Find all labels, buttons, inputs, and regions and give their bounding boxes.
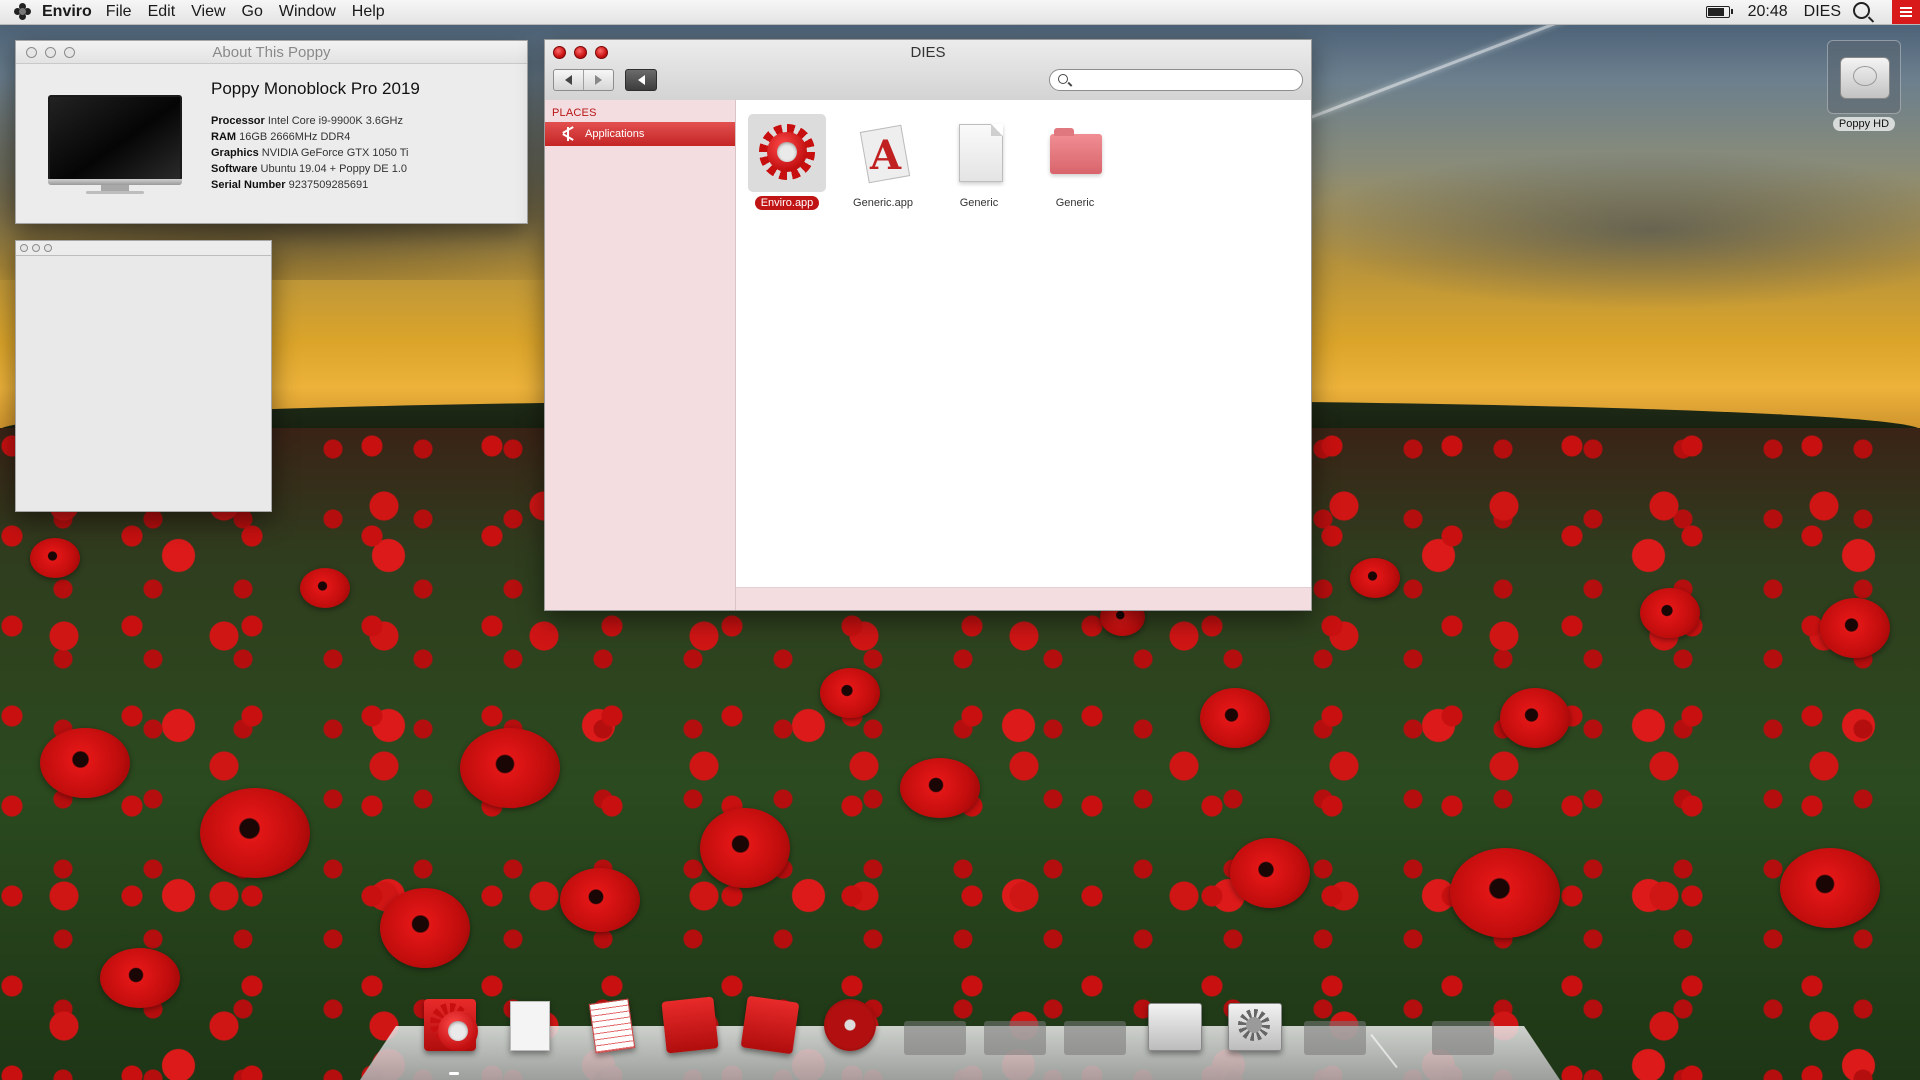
file-label: Enviro.app xyxy=(754,196,820,210)
developer-tools-icon[interactable] xyxy=(740,995,800,1055)
menu-edit[interactable]: Edit xyxy=(148,3,176,21)
menu-bar: Enviro File Edit View Go Window Help 20:… xyxy=(0,0,1920,25)
archive-utility-icon[interactable] xyxy=(1144,995,1204,1055)
folder-icon xyxy=(1050,128,1102,174)
spec-label: Graphics xyxy=(211,147,259,159)
blank-titlebar[interactable] xyxy=(16,241,271,256)
arrow-left-icon xyxy=(637,75,645,85)
spec-value: 16GB 2666MHz DDR4 xyxy=(239,131,351,143)
search-icon xyxy=(1058,74,1068,84)
applications-icon xyxy=(559,126,577,141)
finder-sidebar: PLACES Applications xyxy=(545,100,736,610)
parent-folder-button[interactable] xyxy=(625,69,657,91)
monitor-icon xyxy=(48,95,182,181)
file-label: Generic.app xyxy=(853,197,913,209)
spec-row: Graphics NVIDIA GeForce GTX 1050 Ti xyxy=(211,145,408,161)
dock-empty-slot[interactable] xyxy=(904,1021,966,1055)
dock-empty-slot[interactable] xyxy=(1304,1021,1366,1055)
dock-empty-slot[interactable] xyxy=(984,1021,1046,1055)
zoom-button[interactable] xyxy=(44,244,52,252)
wallpaper-cloud xyxy=(1300,150,1920,310)
search-icon[interactable] xyxy=(1853,2,1870,19)
about-window: About This Poppy Poppy Monoblock Pro 201… xyxy=(15,40,528,224)
file-item-generic-document[interactable]: Generic xyxy=(936,114,1022,211)
menubar-user[interactable]: DIES xyxy=(1804,3,1841,21)
spec-value: Intel Core i9-9900K 3.6GHz xyxy=(267,115,404,127)
menu-help[interactable]: Help xyxy=(352,3,385,21)
finder-content: Enviro.app A Generic.app Generic Generic xyxy=(736,100,1311,588)
arrow-left-icon xyxy=(565,75,572,85)
battery-icon[interactable] xyxy=(1705,6,1733,18)
enviro-app-icon[interactable] xyxy=(420,995,480,1055)
window-title: About This Poppy xyxy=(212,43,331,61)
close-button[interactable] xyxy=(20,244,28,252)
minimize-button[interactable] xyxy=(32,244,40,252)
file-item-generic-app[interactable]: A Generic.app xyxy=(840,114,926,211)
dock-empty-slot[interactable] xyxy=(1432,1021,1494,1055)
poppy-logo-icon[interactable] xyxy=(14,3,32,21)
search-field[interactable] xyxy=(1049,69,1303,91)
notes-icon[interactable] xyxy=(580,995,640,1055)
blank-window xyxy=(15,240,272,512)
spec-value: Ubuntu 19.04 + Poppy DE 1.0 xyxy=(260,163,407,175)
about-titlebar[interactable]: About This Poppy xyxy=(16,41,527,64)
mail-icon[interactable] xyxy=(660,995,720,1055)
spec-label: Serial Number xyxy=(211,179,286,191)
menu-file[interactable]: File xyxy=(106,3,132,21)
desktop-disk-poppy-hd[interactable]: Poppy HD xyxy=(1826,40,1902,132)
arrow-right-icon xyxy=(595,75,602,85)
notifications-button[interactable] xyxy=(1892,0,1920,24)
spec-row: Serial Number 9237509285691 xyxy=(211,177,408,193)
monitor-foot xyxy=(86,191,144,194)
menu-view[interactable]: View xyxy=(191,3,225,21)
spec-value: 9237509285691 xyxy=(288,179,369,191)
file-item-enviro-app[interactable]: Enviro.app xyxy=(744,114,830,211)
app-a-glyph: A xyxy=(870,132,902,179)
menu-go[interactable]: Go xyxy=(242,3,263,21)
menu-app-name[interactable]: Enviro xyxy=(42,3,92,21)
forward-button[interactable] xyxy=(583,70,613,90)
spec-row: Software Ubuntu 19.04 + Poppy DE 1.0 xyxy=(211,161,408,177)
file-label: Generic xyxy=(959,197,999,209)
file-item-generic-folder[interactable]: Generic xyxy=(1032,114,1118,211)
spec-label: Software xyxy=(211,163,258,175)
dock-empty-slot[interactable] xyxy=(1064,1021,1126,1055)
sidebar-item-label: Applications xyxy=(585,128,645,140)
spec-row: RAM 16GB 2666MHz DDR4 xyxy=(211,129,408,145)
window-title: DIES xyxy=(910,44,946,61)
disk-label: Poppy HD xyxy=(1832,117,1896,131)
spec-value: NVIDIA GeForce GTX 1050 Ti xyxy=(261,147,409,159)
system-preferences-icon[interactable] xyxy=(1224,995,1284,1055)
finder-toolbar[interactable]: DIES xyxy=(545,40,1311,101)
menu-window[interactable]: Window xyxy=(279,3,336,21)
sidebar-item-applications[interactable]: Applications xyxy=(545,122,735,146)
finder-window: DIES PLACES Applications Enviro.app A Ge… xyxy=(544,39,1312,611)
search-input[interactable] xyxy=(1074,72,1298,90)
sidebar-section-places: PLACES xyxy=(552,107,597,119)
hard-drive-icon xyxy=(1840,57,1890,99)
gear-icon xyxy=(759,124,815,180)
model-name: Poppy Monoblock Pro 2019 xyxy=(211,79,420,98)
spec-label: RAM xyxy=(211,131,237,143)
specs-list: Processor Intel Core i9-9900K 3.6GHz RAM… xyxy=(211,113,408,193)
file-label: Generic xyxy=(1055,197,1095,209)
document-icon xyxy=(959,124,1003,182)
spec-label: Processor xyxy=(211,115,265,127)
nav-buttons xyxy=(553,69,614,91)
list-icon xyxy=(1900,7,1912,17)
spec-row: Processor Intel Core i9-9900K 3.6GHz xyxy=(211,113,408,129)
menubar-clock[interactable]: 20:48 xyxy=(1748,3,1788,21)
music-player-icon[interactable] xyxy=(820,995,880,1055)
running-indicator xyxy=(449,1072,459,1075)
finder-statusbar xyxy=(736,587,1311,610)
text-editor-icon[interactable] xyxy=(498,995,558,1055)
back-button[interactable] xyxy=(554,70,583,90)
